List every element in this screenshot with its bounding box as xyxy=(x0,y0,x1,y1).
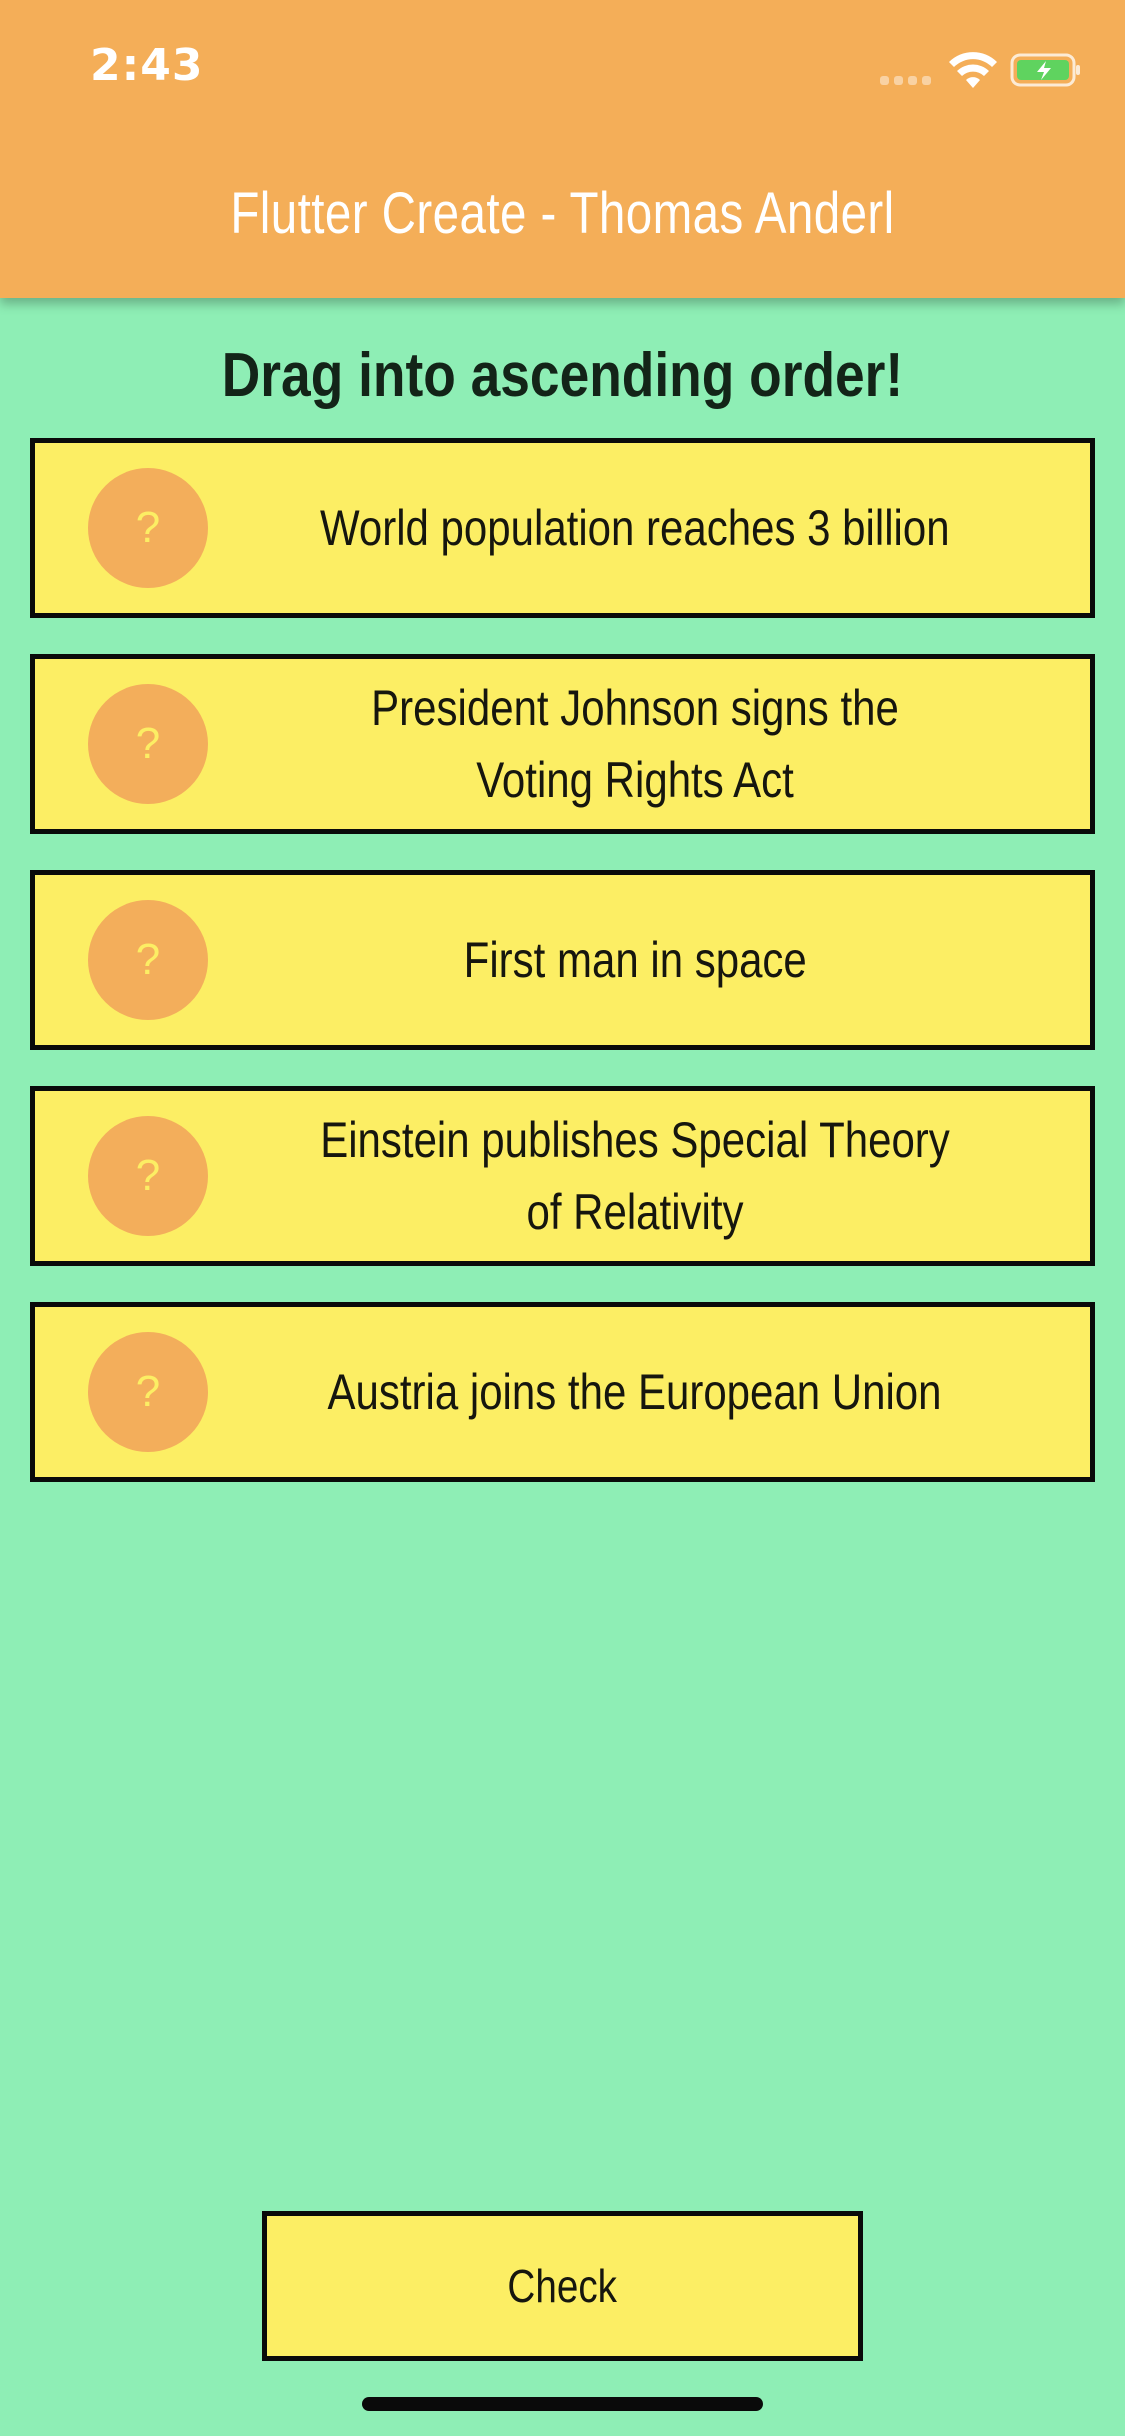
draggable-item-2[interactable]: ? President Johnson signs the Voting Rig… xyxy=(30,654,1095,834)
item-label: First man in space xyxy=(260,875,1010,1045)
draggable-item-3[interactable]: ? First man in space xyxy=(30,870,1095,1050)
draggable-item-4[interactable]: ? Einstein publishes Special Theory of R… xyxy=(30,1086,1095,1266)
sortable-list: ? World population reaches 3 billion ? P… xyxy=(30,438,1095,1518)
item-label: President Johnson signs the Voting Right… xyxy=(260,659,1010,829)
question-badge-icon: ? xyxy=(88,684,208,804)
wifi-icon xyxy=(949,52,997,88)
draggable-item-1[interactable]: ? World population reaches 3 billion xyxy=(30,438,1095,618)
question-badge-icon: ? xyxy=(88,1116,208,1236)
item-label: Austria joins the European Union xyxy=(260,1307,1010,1477)
item-label-text: World population reaches 3 billion xyxy=(320,500,950,556)
item-label: Einstein publishes Special Theory of Rel… xyxy=(260,1091,1010,1261)
item-label-text: First man in space xyxy=(463,932,807,988)
check-button[interactable]: Check xyxy=(262,2211,863,2361)
app-bar: 2:43 Flutter Create - Thomas Anderl xyxy=(0,0,1125,298)
home-indicator[interactable] xyxy=(362,2397,763,2411)
app-bar-title: Flutter Create - Thomas Anderl xyxy=(230,181,895,246)
item-label: World population reaches 3 billion xyxy=(260,443,1010,613)
draggable-item-5[interactable]: ? Austria joins the European Union xyxy=(30,1302,1095,1482)
instruction-heading: Drag into ascending order! xyxy=(221,341,904,410)
signal-dots-icon xyxy=(880,76,931,85)
item-label-text: Einstein publishes Special Theory of Rel… xyxy=(320,1112,950,1240)
check-button-label: Check xyxy=(507,2260,618,2312)
battery-charging-icon xyxy=(1010,53,1080,87)
question-badge-icon: ? xyxy=(88,468,208,588)
status-time: 2:43 xyxy=(90,40,204,91)
item-label-text: Austria joins the European Union xyxy=(327,1364,943,1420)
question-badge-icon: ? xyxy=(88,900,208,1020)
item-label-text: President Johnson signs the Voting Right… xyxy=(371,680,899,808)
question-badge-icon: ? xyxy=(88,1332,208,1452)
app-screen: 2:43 Flutter Create - Thomas Anderl Drag… xyxy=(0,0,1125,2436)
